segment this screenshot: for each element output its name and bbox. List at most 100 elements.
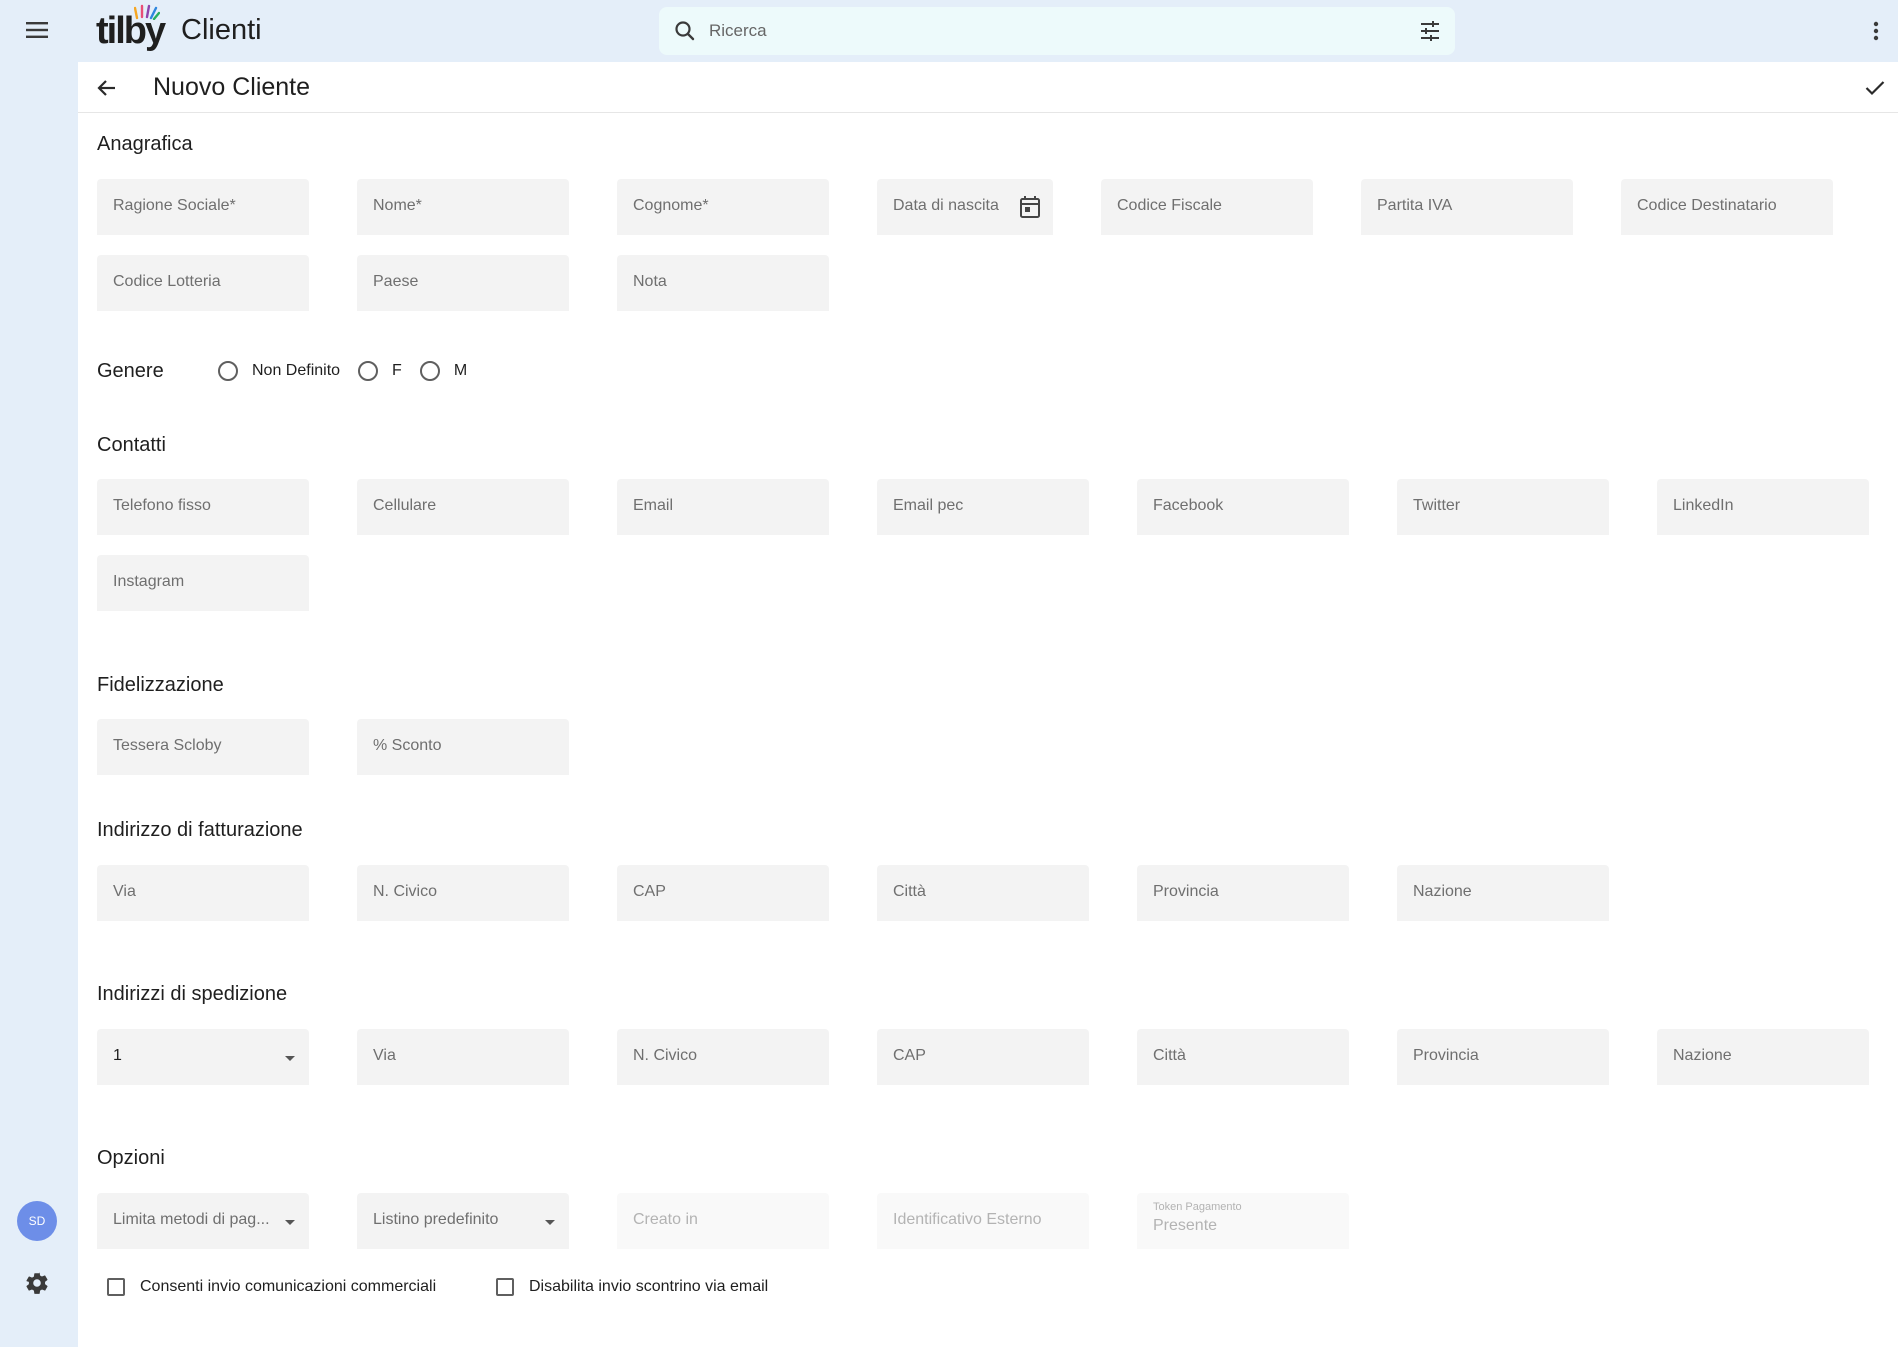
- field-placeholder: Email pec: [893, 497, 964, 514]
- checkbox-box: [107, 1278, 125, 1296]
- field-placeholder: Città: [1153, 1047, 1186, 1064]
- twitter-field[interactable]: Twitter: [1397, 479, 1609, 535]
- search-icon: [675, 21, 695, 41]
- facebook-field[interactable]: Facebook: [1137, 479, 1349, 535]
- spedizione-provincia-field[interactable]: Provincia: [1397, 1029, 1609, 1085]
- consenti-comunicazioni-checkbox[interactable]: Consenti invio comunicazioni commerciali: [107, 1278, 436, 1296]
- nome-field[interactable]: Nome*: [357, 179, 569, 235]
- radio-f[interactable]: F: [358, 361, 402, 381]
- email-pec-field[interactable]: Email pec: [877, 479, 1089, 535]
- codice-destinatario-field[interactable]: Codice Destinatario: [1621, 179, 1833, 235]
- field-placeholder: Paese: [373, 273, 419, 290]
- field-placeholder: N. Civico: [373, 883, 438, 900]
- radio-m[interactable]: M: [419, 361, 468, 381]
- field-placeholder: Creato in: [633, 1211, 698, 1228]
- section-title-anagrafica: Anagrafica: [97, 133, 193, 155]
- field-placeholder: Nome*: [373, 197, 422, 214]
- avatar[interactable]: SD: [17, 1201, 57, 1241]
- field-placeholder: Cellulare: [373, 497, 437, 514]
- creato-in-field: Creato in: [617, 1193, 829, 1249]
- data-nascita-field[interactable]: Data di nascita: [877, 179, 1053, 235]
- logo-rays-icon: [134, 4, 160, 20]
- tune-filter-icon[interactable]: [1419, 20, 1441, 42]
- spedizione-index-select[interactable]: 1: [97, 1029, 309, 1085]
- arrow-drop-down-icon: [285, 1056, 295, 1061]
- fatturazione-provincia-field[interactable]: Provincia: [1137, 865, 1349, 921]
- field-placeholder: Nazione: [1413, 883, 1472, 900]
- codice-fiscale-field[interactable]: Codice Fiscale: [1101, 179, 1313, 235]
- codice-lotteria-field[interactable]: Codice Lotteria: [97, 255, 309, 311]
- field-placeholder: Provincia: [1413, 1047, 1479, 1064]
- radio-label: M: [453, 362, 468, 379]
- telefono-fisso-field[interactable]: Telefono fisso: [97, 479, 309, 535]
- spedizione-nazione-field[interactable]: Nazione: [1657, 1029, 1869, 1085]
- field-value: Presente: [1153, 1217, 1218, 1234]
- field-placeholder: Tessera Scloby: [113, 737, 222, 754]
- calendar-icon[interactable]: [1019, 195, 1041, 219]
- nota-field[interactable]: Nota: [617, 255, 829, 311]
- field-placeholder: % Sconto: [373, 737, 442, 754]
- sconto-field[interactable]: % Sconto: [357, 719, 569, 775]
- hamburger-menu-icon[interactable]: [22, 15, 52, 45]
- spedizione-cap-field[interactable]: CAP: [877, 1029, 1089, 1085]
- radio-label: Non Definito: [252, 362, 341, 379]
- fatturazione-cap-field[interactable]: CAP: [617, 865, 829, 921]
- radio-circle: [218, 361, 238, 381]
- fatturazione-nazione-field[interactable]: Nazione: [1397, 865, 1609, 921]
- email-field[interactable]: Email: [617, 479, 829, 535]
- field-placeholder: N. Civico: [633, 1047, 698, 1064]
- listino-select[interactable]: Listino predefinito: [357, 1193, 569, 1249]
- radio-non-definito[interactable]: Non Definito: [218, 361, 340, 381]
- field-placeholder: Data di nascita: [893, 197, 999, 214]
- field-label: Token Pagamento: [1153, 1201, 1242, 1213]
- back-arrow-icon[interactable]: [92, 73, 122, 103]
- metodi-pagamento-select[interactable]: Limita metodi di pag...: [97, 1193, 309, 1249]
- spedizione-via-field[interactable]: Via: [357, 1029, 569, 1085]
- spedizione-citta-field[interactable]: Città: [1137, 1029, 1349, 1085]
- section-title-fidelizzazione: Fidelizzazione: [97, 674, 224, 696]
- ragione-sociale-field[interactable]: Ragione Sociale*: [97, 179, 309, 235]
- field-placeholder: Ragione Sociale*: [113, 197, 236, 214]
- tilby-logo: tilby: [96, 4, 166, 54]
- linkedin-field[interactable]: LinkedIn: [1657, 479, 1869, 535]
- top-app-bar: tilby Clienti: [0, 0, 1898, 62]
- page-title: Nuovo Cliente: [153, 73, 311, 101]
- cognome-field[interactable]: Cognome*: [617, 179, 829, 235]
- field-placeholder: LinkedIn: [1673, 497, 1734, 514]
- navigation-rail: [0, 62, 78, 1347]
- paese-field[interactable]: Paese: [357, 255, 569, 311]
- section-title-spedizione: Indirizzi di spedizione: [97, 983, 288, 1005]
- fatturazione-citta-field[interactable]: Città: [877, 865, 1089, 921]
- app-title: Clienti: [181, 14, 262, 46]
- partita-iva-field[interactable]: Partita IVA: [1361, 179, 1573, 235]
- field-placeholder: Instagram: [113, 573, 185, 590]
- field-placeholder: Email: [633, 497, 674, 514]
- field-placeholder: Nota: [633, 273, 667, 290]
- field-placeholder: Provincia: [1153, 883, 1219, 900]
- cellulare-field[interactable]: Cellulare: [357, 479, 569, 535]
- instagram-field[interactable]: Instagram: [97, 555, 309, 611]
- field-placeholder: Città: [893, 883, 926, 900]
- fatturazione-civico-field[interactable]: N. Civico: [357, 865, 569, 921]
- search-input[interactable]: [709, 7, 1389, 55]
- field-placeholder: Cognome*: [633, 197, 709, 214]
- check-icon[interactable]: [1860, 73, 1890, 103]
- section-title-fatturazione: Indirizzo di fatturazione: [97, 819, 303, 841]
- genere-radio-group: Genere Non Definito F M: [97, 356, 485, 386]
- fatturazione-via-field[interactable]: Via: [97, 865, 309, 921]
- arrow-drop-down-icon: [545, 1220, 555, 1225]
- spedizione-civico-field[interactable]: N. Civico: [617, 1029, 829, 1085]
- gear-icon[interactable]: [24, 1270, 50, 1296]
- checkbox-label: Consenti invio comunicazioni commerciali: [140, 1278, 437, 1295]
- page-header: Nuovo Cliente: [78, 62, 1898, 113]
- field-placeholder: CAP: [633, 883, 666, 900]
- field-placeholder: Identificativo Esterno: [893, 1211, 1042, 1228]
- arrow-drop-down-icon: [285, 1220, 295, 1225]
- identificativo-esterno-field: Identificativo Esterno: [877, 1193, 1089, 1249]
- more-vert-icon[interactable]: [1866, 16, 1886, 46]
- field-placeholder: Codice Destinatario: [1637, 197, 1777, 214]
- checkbox-box: [496, 1278, 514, 1296]
- disabilita-scontrino-checkbox[interactable]: Disabilita invio scontrino via email: [496, 1278, 768, 1296]
- tessera-scloby-field[interactable]: Tessera Scloby: [97, 719, 309, 775]
- search-bar[interactable]: [659, 7, 1455, 55]
